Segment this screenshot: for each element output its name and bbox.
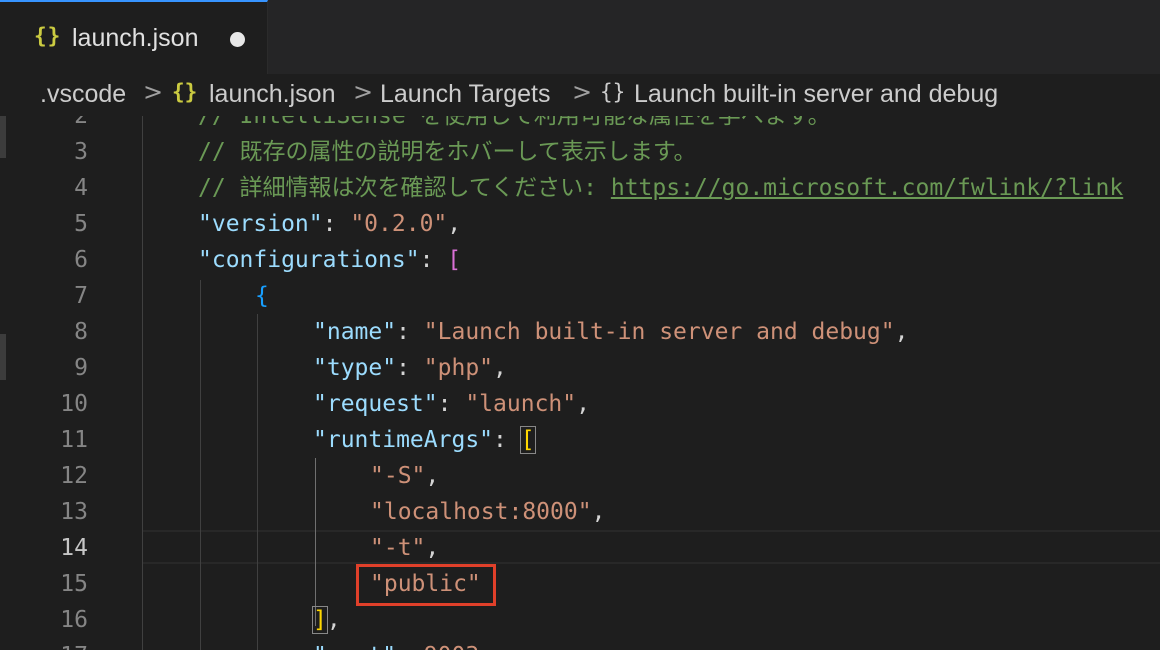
line-number: 6 bbox=[74, 247, 88, 273]
line-number: 17 bbox=[0, 638, 88, 650]
line-number: 16 bbox=[60, 607, 88, 633]
line-number: 9 bbox=[74, 355, 88, 381]
line-number: 8 bbox=[74, 319, 88, 345]
code-line: 16 ], bbox=[0, 602, 1160, 638]
line-number: 11 bbox=[60, 427, 88, 453]
json-key: "configurations" bbox=[198, 247, 420, 273]
line-number: 13 bbox=[60, 499, 88, 525]
tab-launch-json[interactable]: {} launch.json bbox=[0, 0, 268, 74]
comment: // 詳細情報は次を確認してください: bbox=[198, 175, 611, 201]
code-line: 17 "port": 9003 bbox=[0, 638, 1160, 650]
json-string: "-t" bbox=[370, 535, 426, 561]
code-line: 6 "configurations": [ bbox=[0, 242, 1160, 278]
chevron-right-icon: > bbox=[572, 78, 593, 106]
json-string: "Launch built-in server and debug" bbox=[423, 319, 895, 345]
json-key: "request" bbox=[313, 391, 438, 417]
json-string: "0.2.0" bbox=[350, 211, 448, 237]
json-braces-icon: {} bbox=[34, 24, 62, 48]
unsaved-dot-icon[interactable] bbox=[230, 32, 245, 47]
tab-bar: {} launch.json bbox=[0, 0, 1160, 74]
line-number: 7 bbox=[74, 283, 88, 309]
code-line: 12 "-S", bbox=[0, 458, 1160, 494]
code-line: 7 { bbox=[0, 278, 1160, 314]
line-number: 12 bbox=[60, 463, 88, 489]
json-braces-icon: {} bbox=[172, 80, 198, 104]
json-key: "port" bbox=[313, 643, 396, 650]
bracket: [ bbox=[447, 247, 462, 273]
chevron-right-icon: > bbox=[353, 78, 374, 106]
json-string: "launch" bbox=[465, 391, 577, 417]
object-braces-icon: {} bbox=[600, 80, 626, 104]
comment: // IntelliSense を使用して利用可能な属性を学べます。 bbox=[198, 116, 831, 129]
comment: // 既存の属性の説明をホバーして表示します。 bbox=[198, 139, 697, 165]
bracket: { bbox=[255, 283, 269, 309]
breadcrumb: .vscode > {} launch.json > Launch Target… bbox=[0, 74, 1160, 116]
json-number: 9003 bbox=[424, 643, 479, 650]
bracket-match: [ bbox=[519, 426, 536, 454]
code-line: 15 "public" bbox=[0, 566, 1160, 602]
code-line: 11 "runtimeArgs": [ bbox=[0, 422, 1160, 458]
json-key: "version" bbox=[198, 211, 323, 237]
code-line: 4 // 詳細情報は次を確認してください: https://go.microso… bbox=[0, 170, 1160, 206]
code-line: 10 "request": "launch", bbox=[0, 386, 1160, 422]
code-line: 13 "localhost:8000", bbox=[0, 494, 1160, 530]
breadcrumb-item[interactable]: Launch built-in server and debug bbox=[634, 80, 998, 109]
code-line: 2 // IntelliSense を使用して利用可能な属性を学べます。 bbox=[0, 116, 1160, 134]
json-string: "-S" bbox=[370, 463, 426, 489]
line-number-active: 14 bbox=[60, 535, 88, 561]
bracket-match: ] bbox=[312, 606, 328, 634]
code-line: 8 "name": "Launch built-in server and de… bbox=[0, 314, 1160, 350]
code-line: 5 "version": "0.2.0", bbox=[0, 206, 1160, 242]
code-line: 9 "type": "php", bbox=[0, 350, 1160, 386]
docs-link[interactable]: https://go.microsoft.com/fwlink/?link bbox=[611, 175, 1123, 201]
breadcrumb-file[interactable]: launch.json bbox=[209, 80, 335, 109]
breadcrumb-section[interactable]: Launch Targets bbox=[380, 80, 551, 109]
annotation-highlight-box bbox=[356, 564, 496, 606]
json-key: "name" bbox=[313, 319, 397, 345]
json-key: "runtimeArgs" bbox=[313, 427, 494, 453]
line-number: 2 bbox=[74, 116, 88, 129]
line-number: 3 bbox=[74, 139, 88, 165]
json-string: "php" bbox=[423, 355, 494, 381]
line-number: 15 bbox=[60, 571, 88, 597]
code-line-active: 14 "-t", bbox=[0, 530, 1160, 566]
line-number: 4 bbox=[74, 175, 88, 201]
json-string: "localhost:8000" bbox=[370, 499, 592, 525]
tab-label: launch.json bbox=[72, 24, 199, 52]
code-editor[interactable]: 2 // IntelliSense を使用して利用可能な属性を学べます。 3 /… bbox=[0, 116, 1160, 650]
json-key: "type" bbox=[313, 355, 397, 381]
line-number: 10 bbox=[60, 391, 88, 417]
line-number: 5 bbox=[74, 211, 88, 237]
breadcrumb-folder[interactable]: .vscode bbox=[40, 80, 126, 109]
vscode-editor-window: {} launch.json .vscode > {} launch.json … bbox=[0, 0, 1160, 650]
code-line: 3 // 既存の属性の説明をホバーして表示します。 bbox=[0, 134, 1160, 170]
chevron-right-icon: > bbox=[143, 78, 164, 106]
